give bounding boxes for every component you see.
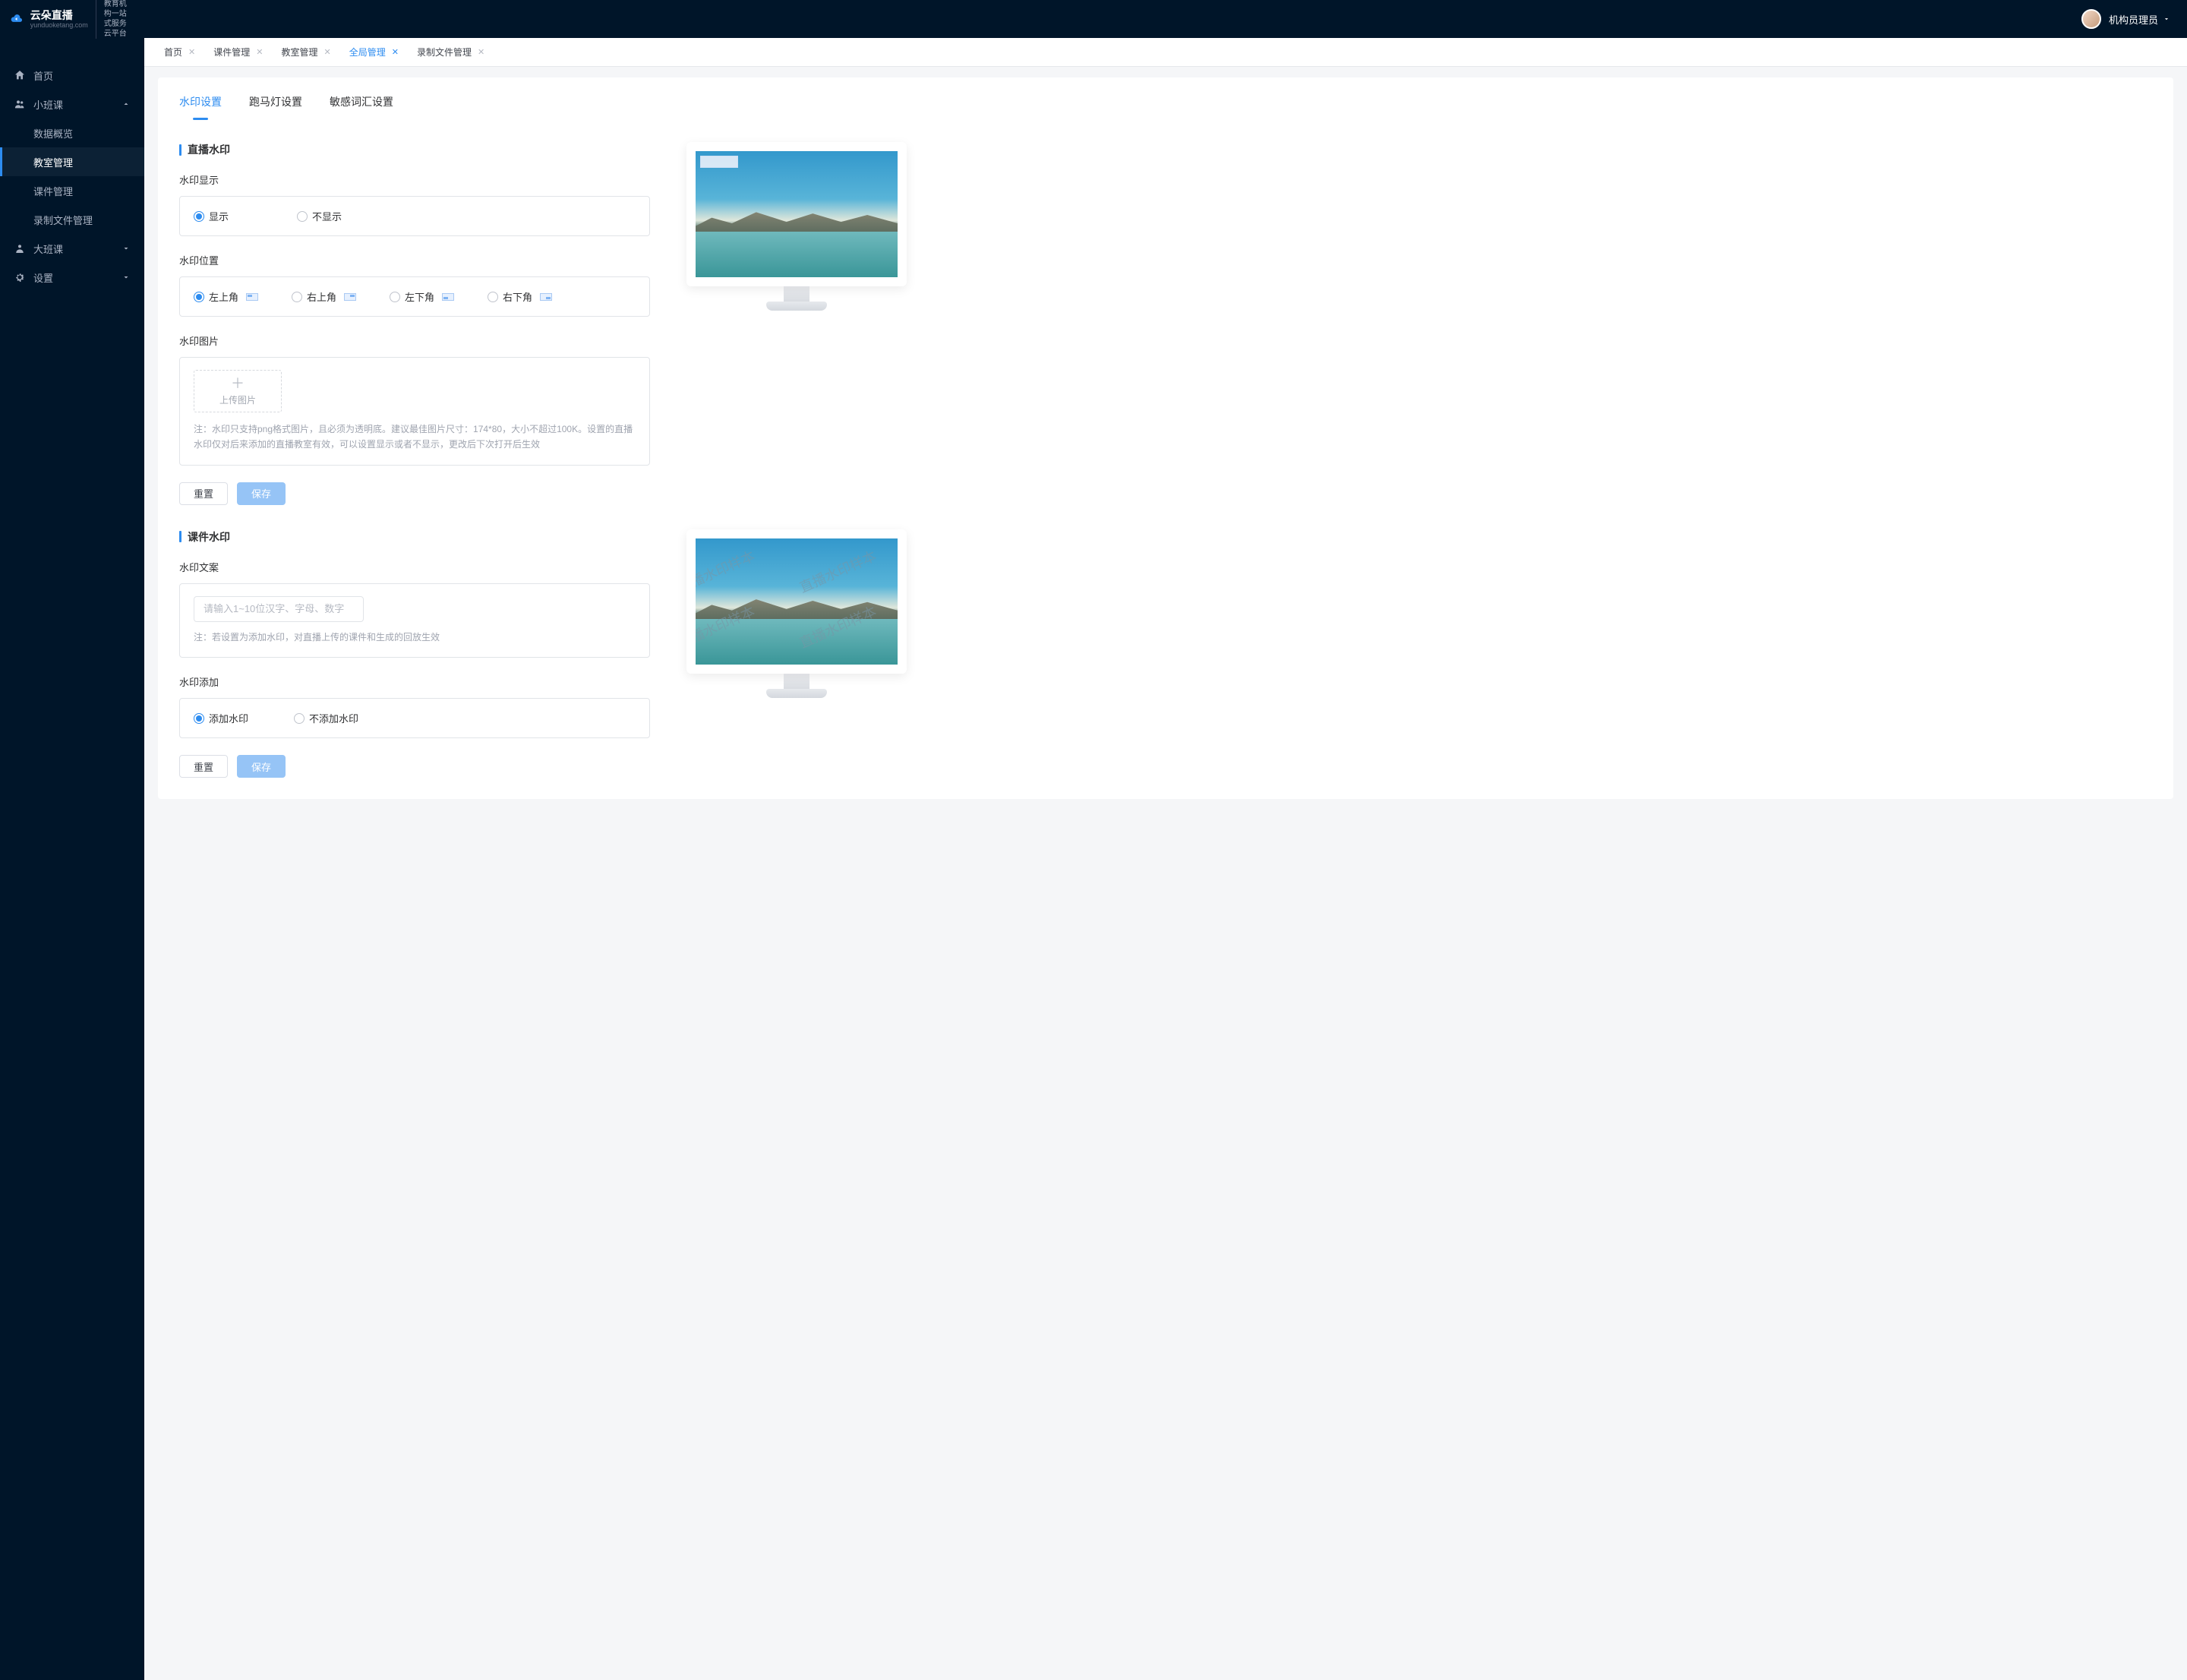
- radio-pos-tl[interactable]: 左上角: [194, 289, 258, 304]
- label-position: 水印位置: [179, 253, 650, 267]
- save-button-live[interactable]: 保存: [237, 482, 286, 505]
- nav-small-recording[interactable]: 录制文件管理: [0, 205, 144, 234]
- preview-image: 直播水印样本 直播水印样本 直播水印样本 直播水印样本: [696, 538, 898, 665]
- close-icon[interactable]: ✕: [392, 47, 399, 57]
- wm-text-note: 注：若设置为添加水印，对直播上传的课件和生成的回放生效: [194, 630, 636, 645]
- close-icon[interactable]: ✕: [188, 47, 195, 57]
- reset-button-live[interactable]: 重置: [179, 482, 228, 505]
- radio-group-add: 添加水印 不添加水印: [179, 698, 650, 738]
- chevron-down-icon: [2163, 15, 2170, 23]
- radio-group-display: 显示 不显示: [179, 196, 650, 236]
- tab-home[interactable]: 首页✕: [158, 46, 201, 58]
- sidebar: 云朵直播 yunduoketang.com 教育机构一站式服务云平台 首页 小班…: [0, 0, 144, 1680]
- pos-chip-bl: [442, 293, 454, 301]
- label-wm-text: 水印文案: [179, 560, 650, 574]
- logo: 云朵直播 yunduoketang.com 教育机构一站式服务云平台: [0, 0, 144, 38]
- label-wm-add: 水印添加: [179, 674, 650, 689]
- close-icon[interactable]: ✕: [478, 47, 484, 57]
- sub-tabs: 水印设置 跑马灯设置 敏感词汇设置: [179, 94, 2152, 121]
- avatar[interactable]: [2081, 9, 2101, 29]
- users-icon: [14, 98, 26, 110]
- preview-image: [696, 151, 898, 277]
- reset-button-courseware[interactable]: 重置: [179, 755, 228, 778]
- cloud-logo-icon: [11, 10, 23, 28]
- nav-settings[interactable]: 设置: [0, 263, 144, 292]
- nav-home[interactable]: 首页: [0, 61, 144, 90]
- nav-small-class[interactable]: 小班课: [0, 90, 144, 118]
- chevron-down-icon: [122, 244, 131, 253]
- tab-courseware[interactable]: 课件管理✕: [207, 46, 269, 58]
- close-icon[interactable]: ✕: [323, 47, 330, 57]
- pos-chip-br: [540, 293, 552, 301]
- nav-small-data[interactable]: 数据概览: [0, 118, 144, 147]
- preview-monitor-courseware: 直播水印样本 直播水印样本 直播水印样本 直播水印样本: [686, 529, 907, 703]
- brand-name: 云朵直播: [30, 9, 88, 21]
- radio-hide[interactable]: 不显示: [297, 209, 342, 223]
- radio-pos-br[interactable]: 右下角: [488, 289, 552, 304]
- chevron-down-icon: [122, 273, 131, 282]
- radio-pos-bl[interactable]: 左下角: [390, 289, 454, 304]
- watermark-text-input[interactable]: [194, 596, 364, 622]
- label-image: 水印图片: [179, 333, 650, 348]
- plus-icon: ＋: [231, 377, 245, 390]
- gear-icon: [14, 271, 26, 283]
- tab-recording[interactable]: 录制文件管理✕: [411, 46, 491, 58]
- nav: 首页 小班课 数据概览 教室管理 课件管理 录制文件管理 大班课 设置: [0, 38, 144, 292]
- subtab-watermark[interactable]: 水印设置: [179, 94, 222, 120]
- home-icon: [14, 69, 26, 81]
- pos-chip-tr: [344, 293, 356, 301]
- input-box: 注：若设置为添加水印，对直播上传的课件和生成的回放生效: [179, 583, 650, 658]
- section-live-title: 直播水印: [179, 142, 650, 157]
- tab-global[interactable]: 全局管理✕: [343, 46, 405, 58]
- radio-group-position: 左上角 右上角 左下角 右下角: [179, 276, 650, 317]
- watermark-placeholder-chip: [700, 156, 738, 168]
- nav-small-classroom[interactable]: 教室管理: [0, 147, 144, 176]
- brand-tagline: 教育机构一站式服务云平台: [96, 0, 134, 39]
- nav-big-class[interactable]: 大班课: [0, 234, 144, 263]
- user-menu[interactable]: 机构员理员: [2109, 12, 2170, 27]
- upload-note: 注：水印只支持png格式图片，且必须为透明底。建议最佳图片尺寸：174*80，大…: [194, 422, 636, 453]
- nav-small-courseware[interactable]: 课件管理: [0, 176, 144, 205]
- group-icon: [14, 242, 26, 254]
- subtab-marquee[interactable]: 跑马灯设置: [249, 94, 302, 120]
- label-display: 水印显示: [179, 172, 650, 187]
- section-courseware-title: 课件水印: [179, 529, 650, 545]
- watermark-sample-text: 直播水印样本: [796, 545, 879, 597]
- topbar: 机构员理员: [144, 0, 2187, 38]
- brand-domain: yunduoketang.com: [30, 21, 88, 29]
- close-icon[interactable]: ✕: [256, 47, 263, 57]
- chevron-up-icon: [122, 99, 131, 109]
- save-button-courseware[interactable]: 保存: [237, 755, 286, 778]
- upload-area: ＋ 上传图片 注：水印只支持png格式图片，且必须为透明底。建议最佳图片尺寸：1…: [179, 357, 650, 466]
- radio-add-on[interactable]: 添加水印: [194, 711, 248, 725]
- subtab-sensitive[interactable]: 敏感词汇设置: [330, 94, 393, 120]
- radio-pos-tr[interactable]: 右上角: [292, 289, 356, 304]
- watermark-sample-text: 直播水印样本: [696, 545, 758, 597]
- tabs-bar: 首页✕ 课件管理✕ 教室管理✕ 全局管理✕ 录制文件管理✕: [144, 38, 2187, 67]
- pos-chip-tl: [246, 293, 258, 301]
- radio-show[interactable]: 显示: [194, 209, 229, 223]
- tab-classroom[interactable]: 教室管理✕: [275, 46, 336, 58]
- preview-monitor-live: [686, 142, 907, 315]
- upload-button[interactable]: ＋ 上传图片: [194, 370, 282, 412]
- radio-add-off[interactable]: 不添加水印: [294, 711, 358, 725]
